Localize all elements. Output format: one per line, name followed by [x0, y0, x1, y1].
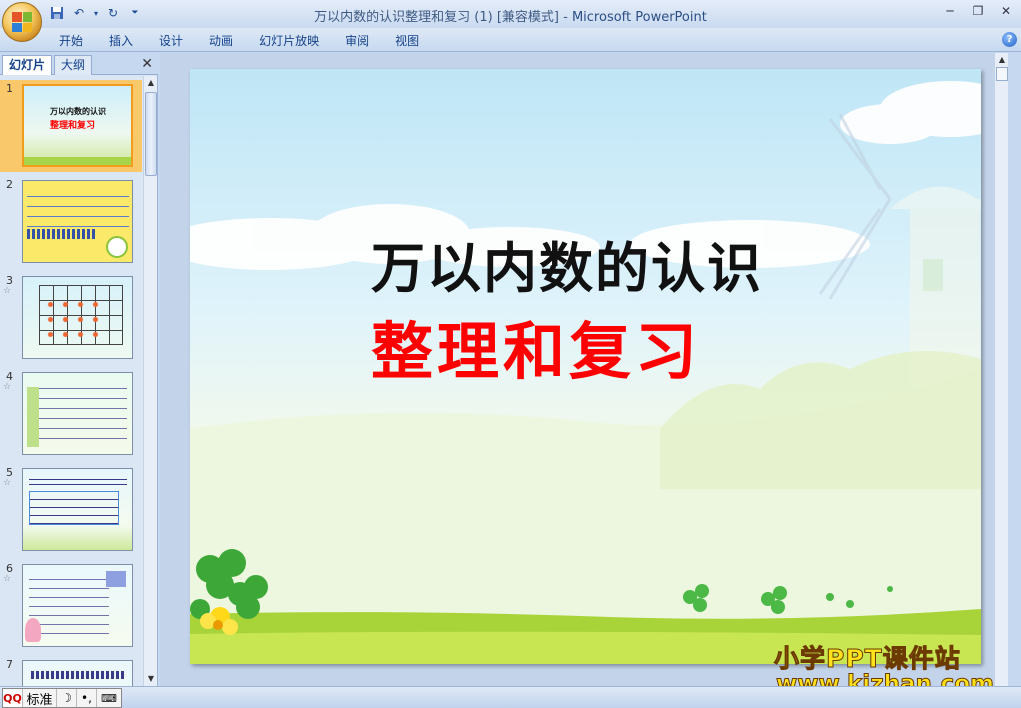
thumb-preview: 万以内数的认识 整理和复习 [22, 84, 133, 167]
thumb-number: 1 [6, 82, 13, 95]
tab-insert[interactable]: 插入 [96, 32, 146, 50]
slide-scrollbar[interactable]: ▲ [994, 53, 1008, 686]
thumb-preview [22, 468, 133, 551]
tab-design[interactable]: 设计 [146, 32, 196, 50]
slide-editor: 万以内数的认识 整理和复习 ▲ [160, 53, 1008, 686]
tab-view[interactable]: 视图 [382, 32, 432, 50]
office-button[interactable] [2, 2, 42, 42]
slide-thumbnail-5[interactable]: 5 ☆ [0, 464, 142, 556]
ribbon: 开始 插入 设计 动画 幻灯片放映 审阅 视图 ? [0, 28, 1021, 52]
thumbnail-scrollbar[interactable]: ▲ ▼ [143, 76, 157, 686]
scrollbar-thumb[interactable] [145, 92, 157, 176]
animation-star-icon: ☆ [3, 574, 12, 584]
animation-star-icon: ☆ [3, 478, 12, 488]
ribbon-tabs: 开始 插入 设计 动画 幻灯片放映 审阅 视图 [46, 32, 432, 50]
slide-subtitle[interactable]: 整理和复习 [371, 301, 701, 391]
status-bar: QQ 标准 ☽ •, ⌨ [0, 686, 1021, 708]
punctuation-icon[interactable]: •, [77, 689, 97, 707]
scroll-up-icon[interactable]: ▲ [995, 53, 1009, 67]
title-bar: ↶ ▾ ↻ ⏷ 万以内数的认识整理和复习 (1) [兼容模式] - Micros… [0, 0, 1021, 42]
thumb-preview [22, 276, 133, 359]
slide-thumbnail-6[interactable]: 6 ☆ [0, 560, 142, 652]
close-icon[interactable]: ✕ [993, 2, 1019, 20]
ime-toolbar: QQ 标准 ☽ •, ⌨ [2, 688, 122, 708]
tab-slides[interactable]: 幻灯片 [2, 55, 53, 75]
slide-canvas[interactable]: 万以内数的认识 整理和复习 [190, 69, 981, 664]
slides-pane: 幻灯片 大纲 ✕ 1 万以内数的认识 整理和复习 2 3 ☆ 4 ☆ 5 ☆ 6… [0, 53, 158, 686]
slide-thumbnail-7[interactable]: 7 [0, 656, 142, 686]
scroll-up-icon[interactable]: ▲ [144, 76, 158, 90]
thumb-number: 2 [6, 178, 13, 191]
pane-tabs: 幻灯片 大纲 ✕ [0, 53, 158, 75]
thumb-preview [22, 660, 133, 686]
minimize-icon[interactable]: ─ [937, 2, 963, 20]
tab-review[interactable]: 审阅 [332, 32, 382, 50]
help-icon[interactable]: ? [1002, 32, 1017, 47]
window-title: 万以内数的认识整理和复习 (1) [兼容模式] - Microsoft Powe… [314, 10, 707, 25]
slide-thumbnail-3[interactable]: 3 ☆ [0, 272, 142, 364]
tab-animations[interactable]: 动画 [196, 32, 246, 50]
thumbnail-list: 1 万以内数的认识 整理和复习 2 3 ☆ 4 ☆ 5 ☆ 6 ☆ 7 [0, 76, 142, 686]
watermark-title: 小学PPT课件站 [774, 644, 961, 674]
window-controls: ─ ❐ ✕ [937, 2, 1019, 20]
ime-logo-icon[interactable]: QQ [3, 689, 23, 707]
animation-star-icon: ☆ [3, 382, 12, 392]
thumb-number: 7 [6, 658, 13, 671]
half-width-moon-icon[interactable]: ☽ [57, 689, 77, 707]
restore-icon[interactable]: ❐ [965, 2, 991, 20]
slide-title[interactable]: 万以内数的认识 [371, 224, 763, 303]
thumb-preview [22, 180, 133, 263]
scroll-down-icon[interactable]: ▼ [144, 672, 158, 686]
scrollbar-thumb[interactable] [996, 67, 1008, 81]
ime-mode-label[interactable]: 标准 [23, 689, 57, 708]
tab-outline[interactable]: 大纲 [54, 55, 93, 75]
slide-thumbnail-4[interactable]: 4 ☆ [0, 368, 142, 460]
office-logo-icon [12, 12, 32, 32]
slide-thumbnail-1[interactable]: 1 万以内数的认识 整理和复习 [0, 80, 142, 172]
thumb-subtitle: 整理和复习 [50, 121, 96, 131]
tab-slideshow[interactable]: 幻灯片放映 [246, 32, 332, 50]
thumb-preview [22, 564, 133, 647]
soft-keyboard-icon[interactable]: ⌨ [97, 689, 121, 707]
animation-star-icon: ☆ [3, 286, 12, 296]
thumb-preview [22, 372, 133, 455]
slide-thumbnail-2[interactable]: 2 [0, 176, 142, 268]
thumb-title: 万以内数的认识 [50, 107, 106, 116]
close-pane-icon[interactable]: ✕ [141, 56, 153, 72]
tab-home[interactable]: 开始 [46, 32, 96, 50]
